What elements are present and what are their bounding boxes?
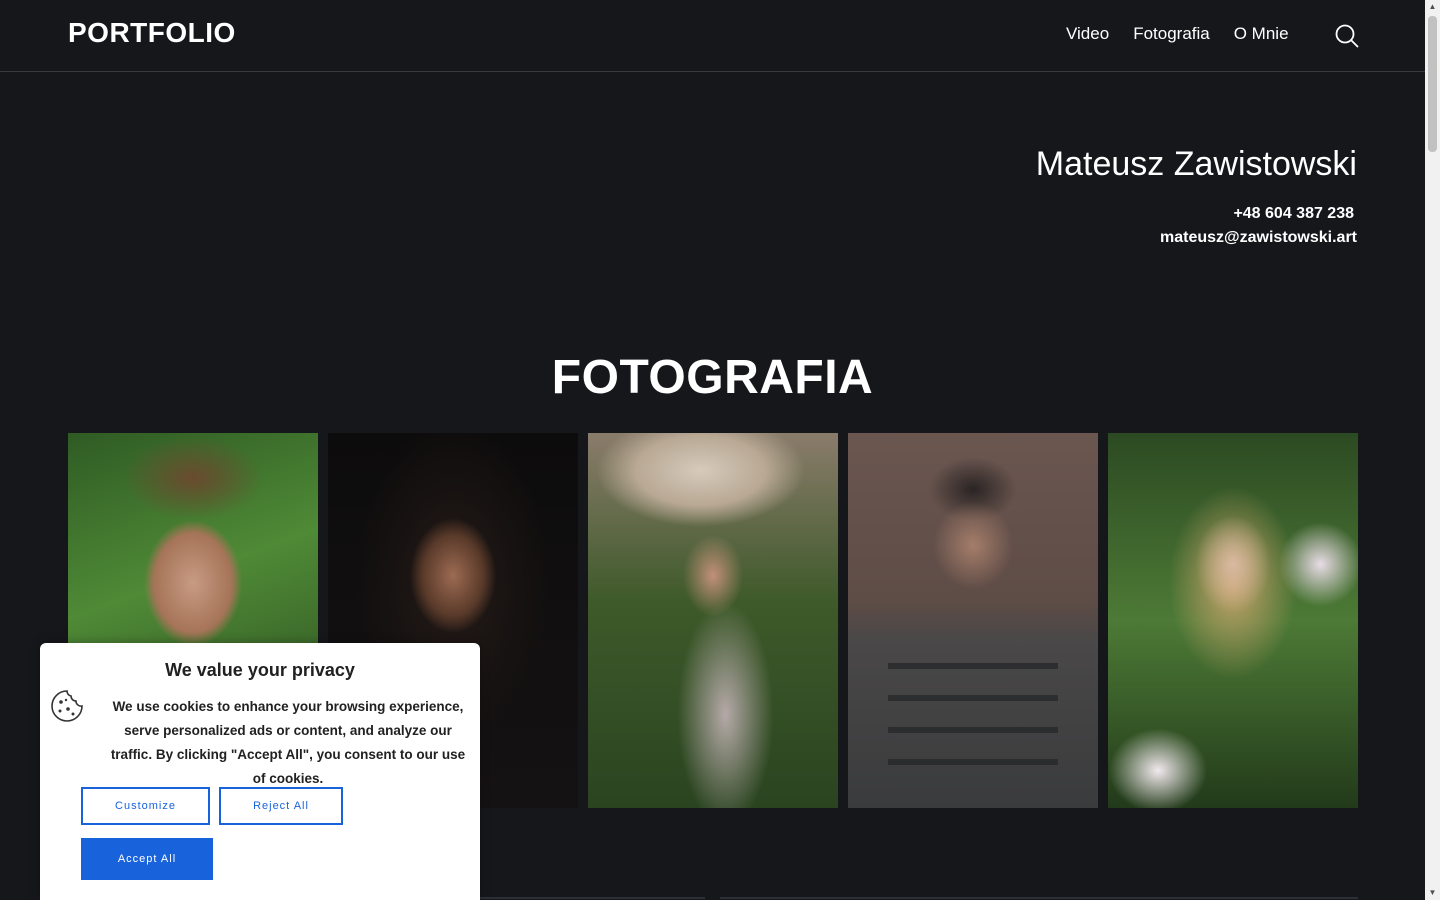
contact-name: Mateusz Zawistowski xyxy=(1035,145,1357,183)
cookie-text: We use cookies to enhance your browsing … xyxy=(110,699,466,786)
nav-item-fotografia[interactable]: Fotografia xyxy=(1133,24,1210,44)
contact-phone[interactable]: +48 604 387 238 xyxy=(1233,205,1354,223)
site-logo[interactable]: PORTFOLIO xyxy=(68,17,236,49)
site-header: PORTFOLIO Video Fotografia O Mnie xyxy=(0,0,1425,72)
search-icon[interactable] xyxy=(1334,23,1360,49)
gallery-photo[interactable] xyxy=(848,433,1098,808)
cookie-consent-dialog: We value your privacy We use cookies to … xyxy=(40,643,480,900)
nav-item-video[interactable]: Video xyxy=(1066,24,1109,44)
gallery-photo[interactable] xyxy=(588,433,838,808)
photo-detail xyxy=(888,663,1058,788)
customize-button[interactable]: Customize xyxy=(81,787,210,825)
nav-item-o-mnie[interactable]: O Mnie xyxy=(1234,24,1289,44)
contact-email[interactable]: mateusz@zawistowski.art xyxy=(1160,229,1357,247)
gallery-photo[interactable] xyxy=(1108,433,1358,808)
scroll-thumb[interactable] xyxy=(1428,16,1437,152)
divider xyxy=(720,897,1358,899)
section-title: FOTOGRAFIA xyxy=(551,351,874,404)
scrollbar[interactable]: ▲ ▼ xyxy=(1425,0,1440,900)
cookie-title: We value your privacy xyxy=(165,660,355,680)
reject-all-button[interactable]: Reject All xyxy=(219,787,343,825)
scroll-down-arrow-icon[interactable]: ▼ xyxy=(1425,886,1440,900)
cookie-icon xyxy=(50,689,84,723)
scroll-up-arrow-icon[interactable]: ▲ xyxy=(1425,0,1440,14)
accept-all-button[interactable]: Accept All xyxy=(81,838,213,880)
main-nav: Video Fotografia O Mnie xyxy=(1066,24,1289,44)
